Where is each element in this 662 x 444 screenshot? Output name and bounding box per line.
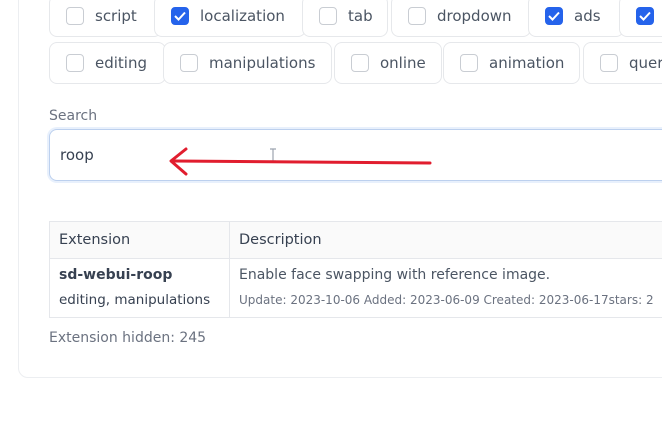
checkbox-icon[interactable] bbox=[408, 7, 426, 25]
checkbox-icon[interactable] bbox=[545, 7, 563, 25]
extension-cell: sd-webui-roop editing, manipulations bbox=[50, 259, 230, 317]
tag-label: script bbox=[95, 7, 137, 25]
check-icon bbox=[174, 11, 186, 21]
tag-label: manipulations bbox=[209, 54, 316, 72]
tag-ads[interactable]: ads bbox=[528, 0, 624, 37]
tag-label: online bbox=[380, 54, 426, 72]
tag-dropdown[interactable]: dropdown bbox=[391, 0, 531, 37]
checkbox-icon[interactable] bbox=[636, 7, 654, 25]
tag-label: dropdown bbox=[437, 7, 512, 25]
tag-label: editing bbox=[95, 54, 147, 72]
table-row: sd-webui-roop editing, manipulations Ena… bbox=[50, 259, 662, 317]
tag-localization[interactable]: localization bbox=[154, 0, 306, 37]
arrow-left-icon bbox=[169, 147, 432, 176]
hidden-count: Extension hidden: 245 bbox=[49, 330, 207, 346]
tag-tab[interactable]: tab bbox=[302, 0, 388, 37]
checkbox-icon[interactable] bbox=[600, 54, 618, 72]
tag-label: localization bbox=[200, 7, 285, 25]
check-icon bbox=[548, 11, 560, 21]
checkbox-icon[interactable] bbox=[180, 54, 198, 72]
tag-label: ads bbox=[574, 7, 601, 25]
extension-meta: Update: 2023-10-06 Added: 2023-06-09 Cre… bbox=[239, 293, 654, 307]
check-icon bbox=[639, 11, 651, 21]
tag-partial[interactable] bbox=[619, 0, 662, 37]
extension-name[interactable]: sd-webui-roop bbox=[59, 266, 229, 284]
tag-online[interactable]: online bbox=[334, 42, 442, 84]
header-extension[interactable]: Extension bbox=[50, 222, 230, 258]
tag-script[interactable]: script bbox=[49, 0, 162, 37]
tag-manipulations[interactable]: manipulations bbox=[163, 42, 332, 84]
checkbox-icon[interactable] bbox=[66, 54, 84, 72]
tag-label: tab bbox=[348, 7, 373, 25]
table-header: Extension Description bbox=[50, 222, 662, 259]
checkbox-icon[interactable] bbox=[351, 54, 369, 72]
extension-tags: editing, manipulations bbox=[59, 292, 211, 308]
header-description[interactable]: Description bbox=[230, 222, 662, 258]
checkbox-icon[interactable] bbox=[319, 7, 337, 25]
tag-quer[interactable]: quer bbox=[583, 42, 662, 84]
tag-editing[interactable]: editing bbox=[49, 42, 166, 84]
checkbox-icon[interactable] bbox=[460, 54, 478, 72]
tag-label: animation bbox=[489, 54, 565, 72]
checkbox-icon[interactable] bbox=[171, 7, 189, 25]
extensions-table: Extension Description sd-webui-roop edit… bbox=[49, 221, 662, 318]
search-label: Search bbox=[49, 108, 98, 124]
checkbox-icon[interactable] bbox=[66, 7, 84, 25]
description-cell: Enable face swapping with reference imag… bbox=[230, 259, 662, 317]
extension-description: Enable face swapping with reference imag… bbox=[239, 267, 551, 283]
tag-label: quer bbox=[629, 54, 662, 72]
tag-animation[interactable]: animation bbox=[443, 42, 580, 84]
